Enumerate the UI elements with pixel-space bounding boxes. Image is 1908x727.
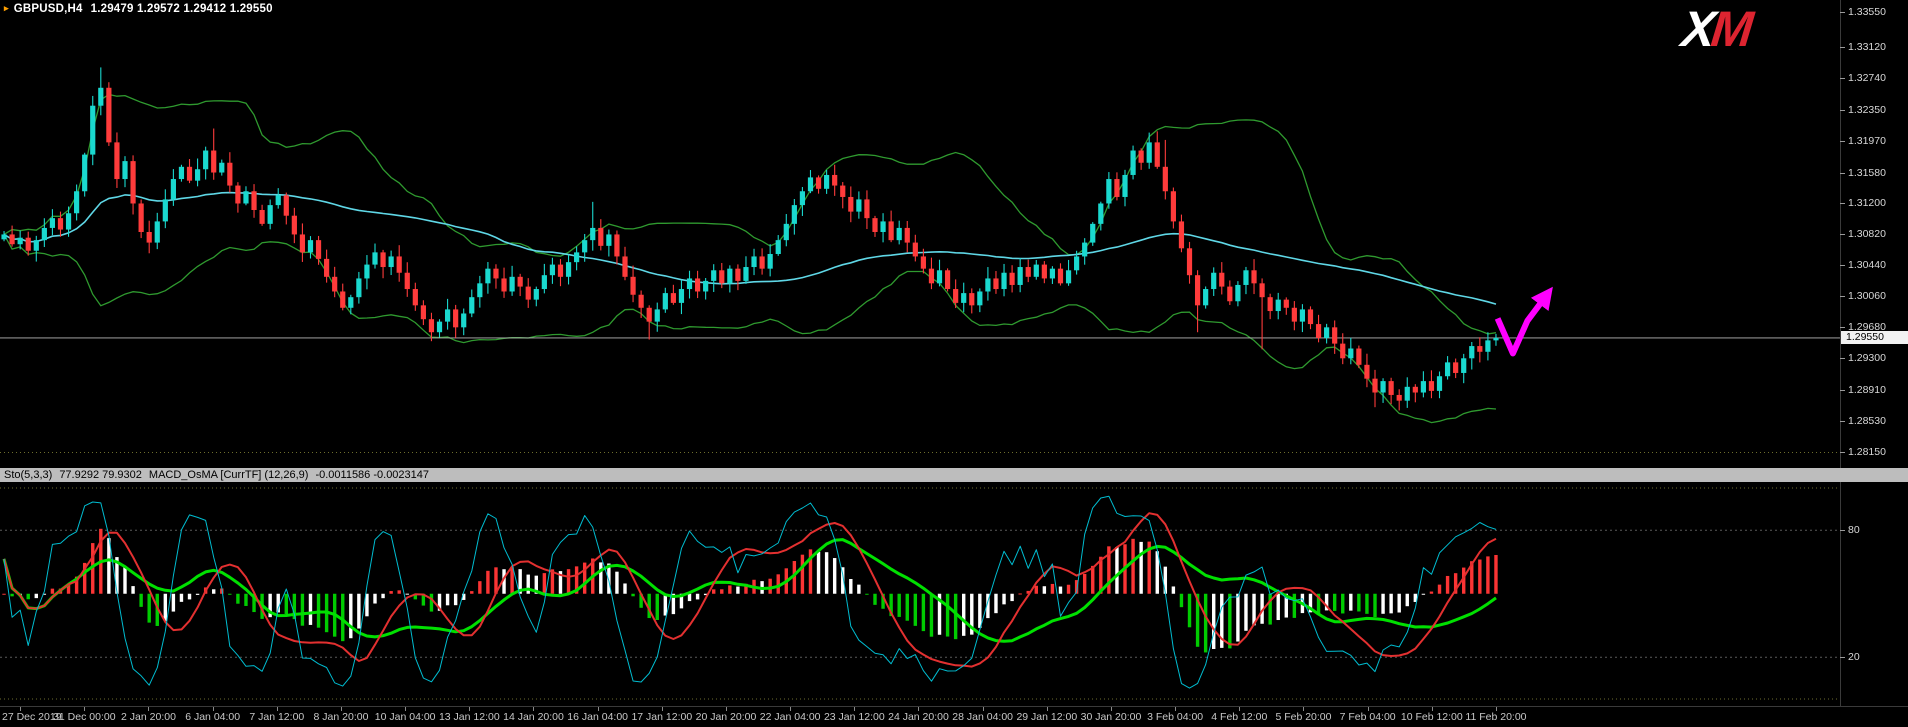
time-axis-label: 6 Jan 04:00	[185, 711, 240, 723]
time-axis-tick	[341, 707, 342, 711]
trend-arrow-annotation[interactable]	[1498, 300, 1543, 353]
stochastic-values: 77.9292 79.9302	[59, 469, 142, 481]
xm-logo-m: M	[1708, 1, 1752, 57]
time-axis-tick	[790, 707, 791, 711]
time-axis-label: 20 Jan 20:00	[696, 711, 757, 723]
time-axis-tick	[662, 707, 663, 711]
time-axis-tick	[1303, 707, 1304, 711]
macd-values: -0.0011586 -0.0023147	[315, 469, 429, 481]
time-axis-tick	[84, 707, 85, 711]
time-axis-tick	[469, 707, 470, 711]
time-axis-tick	[726, 707, 727, 711]
time-axis-label: 28 Jan 04:00	[952, 711, 1013, 723]
stochastic-label: Sto(5,3,3)	[4, 469, 52, 481]
xm-logo: XM	[1679, 4, 1751, 54]
time-axis-label: 5 Feb 20:00	[1275, 711, 1331, 723]
symbol-period-label: GBPUSD,H4	[14, 3, 83, 15]
time-axis-tick	[1111, 707, 1112, 711]
time-axis-label: 8 Jan 20:00	[314, 711, 369, 723]
time-axis-label: 22 Jan 04:00	[760, 711, 821, 723]
time-axis-label: 23 Jan 12:00	[824, 711, 885, 723]
time-axis-tick	[1047, 707, 1048, 711]
time-axis-tick	[854, 707, 855, 711]
time-axis-label: 10 Feb 12:00	[1401, 711, 1463, 723]
time-axis-label: 13 Jan 12:00	[439, 711, 500, 723]
time-axis-label: 31 Dec 00:00	[53, 711, 115, 723]
chart-ohlc-header: ▸ GBPUSD,H4 1.29479 1.29572 1.29412 1.2955…	[4, 3, 273, 15]
indicator-separator[interactable]: Sto(5,3,3) 77.9292 79.9302 MACD_OsMA [Curr…	[0, 468, 1908, 482]
time-axis[interactable]: 27 Dec 201931 Dec 00:002 Jan 20:006 Jan …	[0, 706, 1908, 727]
time-axis-tick	[20, 707, 21, 711]
time-axis-label: 10 Jan 04:00	[375, 711, 436, 723]
time-axis-tick	[1432, 707, 1433, 711]
ohlc-values: 1.29479 1.29572 1.29412 1.29550	[91, 3, 273, 15]
time-axis-label: 7 Feb 04:00	[1340, 711, 1396, 723]
time-axis-tick	[983, 707, 984, 711]
macd-label: MACD_OsMA [CurrTF] (12,26,9)	[149, 469, 309, 481]
time-axis-label: 29 Jan 12:00	[1016, 711, 1077, 723]
time-axis-label: 2 Jan 20:00	[121, 711, 176, 723]
time-axis-tick	[1368, 707, 1369, 711]
time-axis-label: 4 Feb 12:00	[1211, 711, 1267, 723]
time-axis-tick	[918, 707, 919, 711]
indicator-canvas[interactable]	[0, 482, 1908, 706]
price-chart-canvas[interactable]	[0, 0, 1908, 468]
time-axis-label: 16 Jan 04:00	[567, 711, 628, 723]
chart-marker-icon: ▸	[4, 3, 9, 13]
time-axis-label: 17 Jan 12:00	[631, 711, 692, 723]
price-chart-pane[interactable]: ▸ GBPUSD,H4 1.29479 1.29572 1.29412 1.2955…	[0, 0, 1908, 468]
time-axis-tick	[405, 707, 406, 711]
time-axis-tick	[533, 707, 534, 711]
time-axis-label: 7 Jan 12:00	[249, 711, 304, 723]
time-axis-label: 30 Jan 20:00	[1081, 711, 1142, 723]
time-axis-tick	[598, 707, 599, 711]
time-axis-label: 11 Feb 20:00	[1465, 711, 1526, 723]
time-axis-tick	[1239, 707, 1240, 711]
time-axis-tick	[148, 707, 149, 711]
time-axis-tick	[1175, 707, 1176, 711]
time-axis-tick	[1496, 707, 1497, 711]
time-axis-label: 24 Jan 20:00	[888, 711, 949, 723]
time-axis-tick	[213, 707, 214, 711]
indicator-pane[interactable]: 8020	[0, 482, 1908, 706]
trading-chart-window: ▸ GBPUSD,H4 1.29479 1.29572 1.29412 1.2955…	[0, 0, 1908, 727]
time-axis-label: 14 Jan 20:00	[503, 711, 564, 723]
time-axis-tick	[277, 707, 278, 711]
current-price-label: 1.29550	[1841, 331, 1908, 344]
time-axis-label: 3 Feb 04:00	[1147, 711, 1203, 723]
